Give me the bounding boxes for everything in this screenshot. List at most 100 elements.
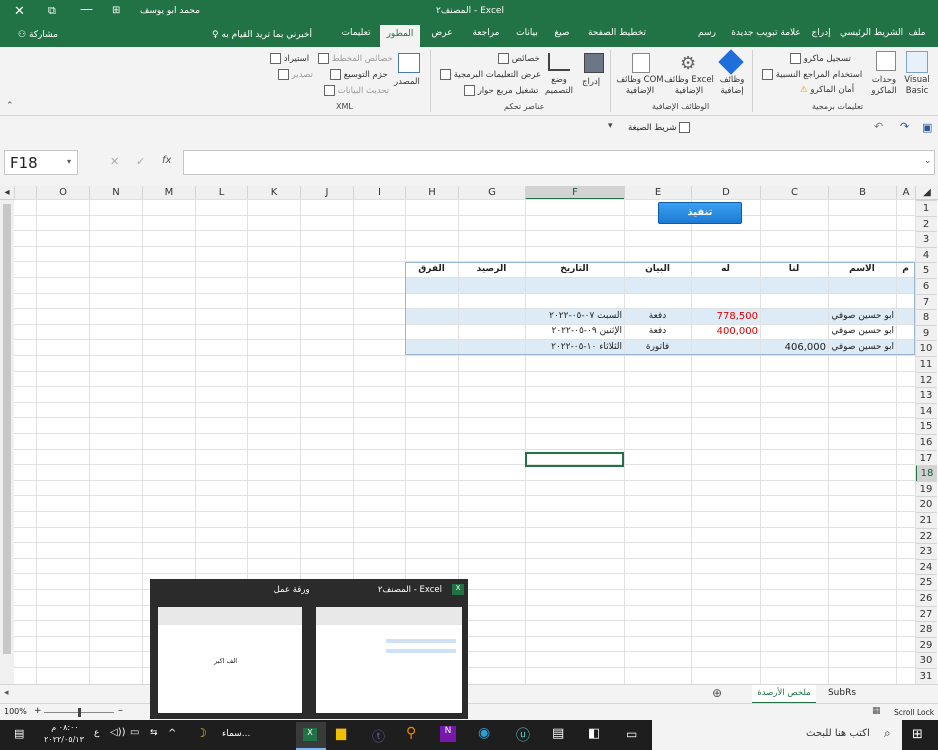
language-indicator[interactable]: ع	[94, 728, 99, 738]
name-box[interactable]: F18 ▾	[4, 150, 78, 175]
selected-cell[interactable]	[525, 452, 624, 467]
run-dialog-button[interactable]: تشغيل مربع حوار	[464, 85, 538, 96]
sheet-tab-subrs[interactable]: SubRs	[818, 688, 866, 698]
tab-insert[interactable]: إدراج	[806, 28, 836, 38]
taskbar-thumbnail-1[interactable]: المصنف٢ - Excel X	[310, 579, 468, 719]
excel-addins-button[interactable]: وظائف Excel الإضافية	[664, 75, 714, 97]
save-icon[interactable]: ▣	[922, 121, 932, 134]
chevron-down-icon[interactable]: ▾	[67, 157, 71, 166]
row-header-6[interactable]: 6	[915, 278, 937, 294]
row-header-21[interactable]: 21	[915, 512, 937, 528]
user-name[interactable]: محمد ابو يوسف	[140, 6, 200, 16]
header-date[interactable]: التاريخ	[525, 264, 624, 274]
row-header-16[interactable]: 16	[915, 434, 937, 450]
export-button[interactable]: تصدير	[278, 69, 313, 80]
row8-desc[interactable]: دفعة	[624, 311, 691, 321]
header-balance[interactable]: الرصيد	[458, 264, 525, 274]
tab-review[interactable]: مراجعة	[466, 28, 506, 38]
view-code-button[interactable]: عرض التعليمات البرمجية	[440, 69, 541, 80]
expand-formula-icon[interactable]: ⌄	[924, 156, 932, 166]
header-m[interactable]: م	[896, 264, 915, 274]
zoom-in-icon[interactable]: +	[34, 706, 42, 716]
row-header-14[interactable]: 14	[915, 403, 937, 419]
excel-taskbar-button[interactable]: X	[296, 722, 326, 750]
col-header-O[interactable]: O	[36, 186, 89, 200]
col-header-K[interactable]: K	[247, 186, 300, 200]
macros-button[interactable]: وحدات الماكرو	[866, 75, 902, 97]
row-header-27[interactable]: 27	[915, 606, 937, 622]
weather-text[interactable]: سماء...	[222, 729, 250, 739]
tab-view[interactable]: عرض	[428, 28, 456, 38]
chevron-up-icon[interactable]: ^	[168, 728, 176, 739]
tab-page-layout[interactable]: تخطيط الصفحة	[586, 28, 648, 38]
folder-icon[interactable]: ▆	[336, 726, 346, 741]
row9-name[interactable]: ابو حسين صوفي	[828, 326, 894, 336]
restore-icon[interactable]: ⧉	[48, 4, 56, 18]
share-button[interactable]: ⚇ مشاركة	[18, 30, 58, 40]
row8-name[interactable]: ابو حسين صوفي	[828, 311, 894, 321]
enter-icon[interactable]: ✓	[136, 155, 145, 168]
tab-new[interactable]: علامة تبويب جديدة	[730, 28, 802, 38]
row-header-25[interactable]: 25	[915, 574, 937, 590]
tab-file[interactable]: ملف	[906, 28, 928, 38]
record-macro-button[interactable]: تسجيل ماكرو	[790, 53, 851, 64]
undo-icon[interactable]: ↶	[874, 120, 883, 133]
row-header-9[interactable]: 9	[915, 325, 937, 341]
map-properties-button[interactable]: خصائص المخطط	[318, 53, 393, 64]
row-header-26[interactable]: 26	[915, 590, 937, 606]
display-icon[interactable]: ▭	[130, 727, 139, 738]
col-header-E[interactable]: E	[624, 186, 691, 200]
header-diff[interactable]: الفرق	[405, 264, 458, 274]
row8-date[interactable]: السبت ٠٧-٠٥-٢٠٢٢	[525, 311, 622, 321]
row-header-20[interactable]: 20	[915, 496, 937, 512]
col-header-G[interactable]: G	[458, 186, 525, 200]
tab-help[interactable]: تعليمات	[338, 28, 374, 38]
addins-button[interactable]: وظائف إضافية	[716, 75, 748, 97]
row-header-23[interactable]: 23	[915, 543, 937, 559]
visual-basic-button[interactable]: Visual Basic	[902, 75, 932, 97]
header-desc[interactable]: البيان	[624, 264, 691, 274]
row10-name[interactable]: ابو حسين صوفي	[828, 342, 894, 352]
customize-qat-icon[interactable]: ▾	[608, 121, 613, 131]
row10-lana[interactable]: 406,000	[760, 342, 826, 353]
col-header-L[interactable]: L	[195, 186, 247, 200]
col-header-F[interactable]: F	[525, 186, 624, 200]
macro-security-button[interactable]: ⚠ أمان الماكرو	[800, 85, 854, 95]
col-header-D[interactable]: D	[691, 186, 760, 200]
row-header-11[interactable]: 11	[915, 356, 937, 372]
tell-me-box[interactable]: ♀ أخبرني بما تريد القيام به	[212, 30, 312, 40]
header-lana[interactable]: لنا	[760, 264, 828, 274]
col-header-I[interactable]: I	[353, 186, 405, 200]
design-mode-button[interactable]: وضع التصميم	[542, 75, 576, 97]
formula-bar-toggle[interactable]: شريط الصيغة	[628, 122, 691, 133]
search-app-icon[interactable]: ⚲	[406, 725, 416, 741]
macro-record-status-icon[interactable]: ▦	[872, 706, 881, 716]
clock-date[interactable]: ٢٠٢٢/٠٥/١٣	[40, 735, 88, 744]
row-header-31[interactable]: 31	[915, 668, 937, 684]
network-icon[interactable]: ⇆	[150, 728, 158, 738]
tab-developer[interactable]: المطور	[380, 25, 420, 47]
row-header-24[interactable]: 24	[915, 559, 937, 575]
close-icon[interactable]: ✕	[14, 4, 25, 19]
row9-date[interactable]: الإثنين ٠٩-٠٥-٢٠٢٢	[525, 326, 622, 336]
task-view-icon[interactable]: ▭	[626, 727, 637, 741]
row-header-12[interactable]: 12	[915, 372, 937, 388]
scrollbar-thumb[interactable]	[3, 204, 11, 654]
redo-icon[interactable]: ↷	[900, 120, 909, 133]
row-header-3[interactable]: 3	[915, 231, 937, 247]
teams-icon[interactable]: ⓣ	[372, 726, 385, 745]
insert-function-icon[interactable]: fx	[162, 155, 171, 166]
header-lahu[interactable]: له	[691, 264, 760, 274]
taskbar-search[interactable]: اكتب هنا للبحث ⌕	[652, 720, 902, 750]
notification-icon[interactable]: ▤	[14, 727, 24, 740]
row9-desc[interactable]: دفعة	[624, 326, 691, 336]
insert-control-button[interactable]: إدراج	[582, 77, 600, 87]
tab-data[interactable]: بيانات	[512, 28, 542, 38]
col-header-N[interactable]: N	[89, 186, 142, 200]
row8-lahu[interactable]: 778,500	[691, 311, 758, 322]
collapse-ribbon-icon[interactable]: ⌃	[6, 101, 14, 111]
xml-source-button[interactable]: المصدر	[394, 77, 420, 87]
scroll-right-icon[interactable]: ◂	[4, 688, 9, 698]
store-icon[interactable]: ◧	[588, 726, 600, 741]
execute-button[interactable]: تنفيذ	[658, 202, 742, 224]
